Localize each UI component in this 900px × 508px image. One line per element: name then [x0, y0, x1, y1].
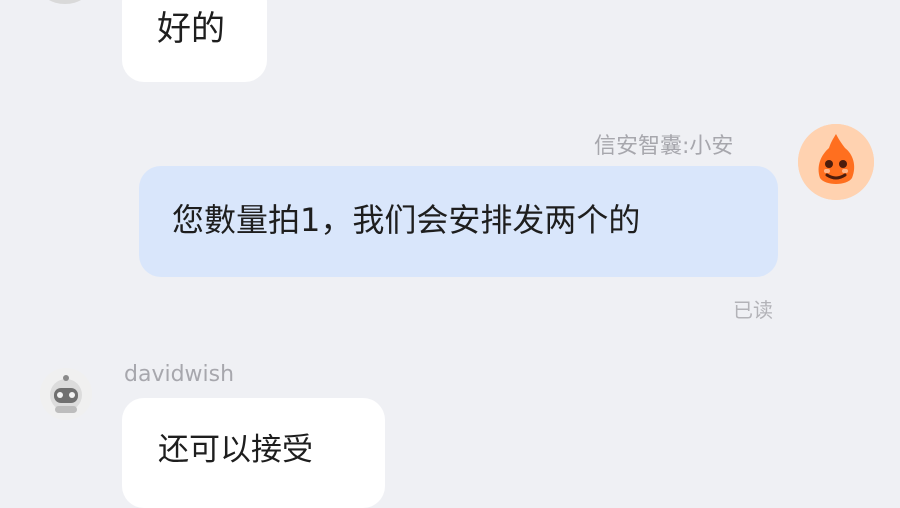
astronaut-icon[interactable]: [40, 368, 92, 420]
message-bubble[interactable]: 还可以接受: [122, 398, 385, 508]
read-status: 已读: [733, 298, 773, 322]
sender-name: 信安智囊:小安: [594, 134, 734, 159]
avatar-partial-icon[interactable]: [40, 0, 90, 4]
orange-mascot-icon[interactable]: [798, 124, 874, 200]
message-text: 还可以接受: [158, 432, 313, 468]
message-bubble[interactable]: 好的: [122, 0, 267, 82]
message-bubble[interactable]: 您數量拍1，我们会安排发两个的: [139, 166, 778, 277]
message-text: 您數量拍1，我们会安排发两个的: [172, 201, 641, 239]
chat-message-list[interactable]: 好的 信安智囊:小安 您數量拍1，我们会安排发两个的 已读 davidwish: [0, 0, 900, 508]
sender-name: davidwish: [124, 362, 235, 387]
message-text: 好的: [157, 9, 225, 49]
